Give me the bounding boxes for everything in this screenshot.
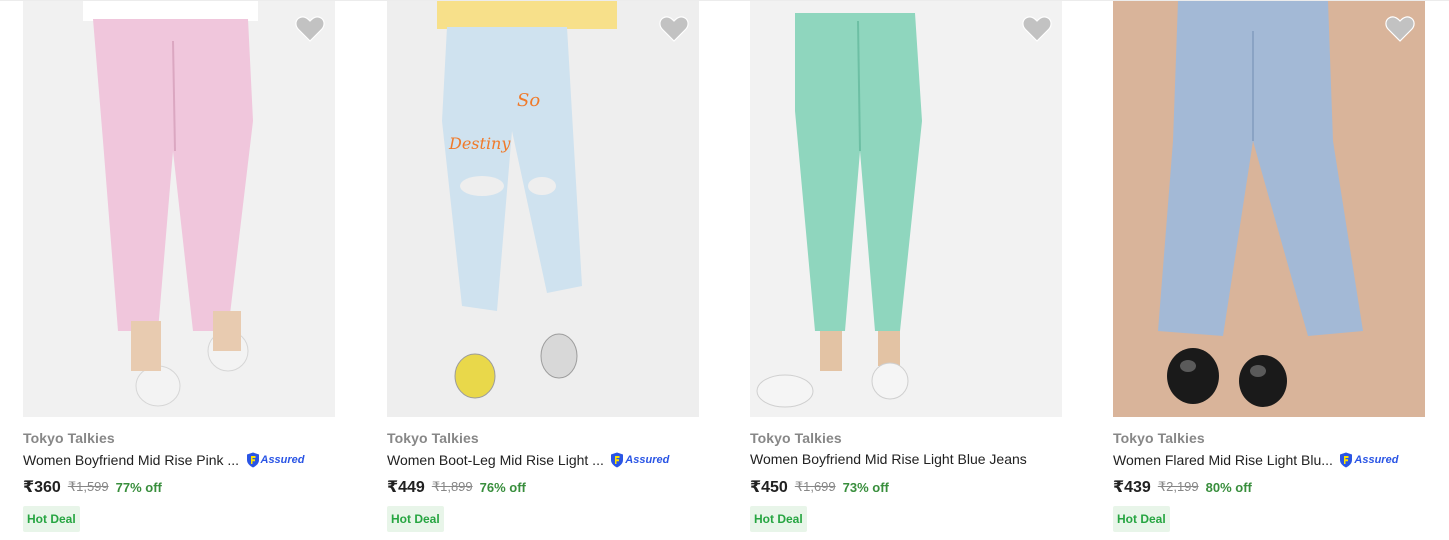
flipkart-assured-icon [611, 452, 624, 468]
hot-deal-badge: Hot Deal [1113, 506, 1170, 532]
heart-icon[interactable] [659, 15, 689, 43]
hot-deal-badge: Hot Deal [387, 506, 444, 532]
original-price: ₹2,199 [1157, 479, 1199, 494]
selling-price: ₹450 [750, 479, 788, 496]
product-photo [23, 1, 335, 417]
selling-price: ₹439 [1113, 479, 1151, 496]
assured-badge: Assured [246, 450, 305, 470]
product-image[interactable] [1113, 1, 1425, 417]
price-row: ₹439 ₹2,199 80% off [1113, 477, 1252, 499]
product-card[interactable]: Tokyo Talkies Women Flared Mid Rise Ligh… [1113, 1, 1425, 540]
original-price: ₹1,599 [67, 479, 109, 494]
product-image[interactable]: So Destiny [387, 1, 699, 417]
hot-deal-badge: Hot Deal [23, 506, 80, 532]
flipkart-assured-icon [1340, 452, 1353, 468]
discount-label: 73% off [842, 479, 889, 495]
discount-label: 80% off [1205, 479, 1252, 495]
title-row: Women Flared Mid Rise Light Blu... Assur… [1113, 450, 1425, 470]
svg-text:Destiny: Destiny [448, 134, 511, 153]
assured-label: Assured [1354, 454, 1399, 466]
product-brand: Tokyo Talkies [1113, 430, 1205, 446]
title-row: Women Boyfriend Mid Rise Pink ... Assure… [23, 450, 335, 470]
svg-text:So: So [517, 90, 540, 111]
product-photo: So Destiny [387, 1, 699, 417]
product-brand: Tokyo Talkies [750, 430, 842, 446]
product-title[interactable]: Women Boot-Leg Mid Rise Light ... [387, 452, 604, 468]
price-row: ₹450 ₹1,699 73% off [750, 477, 889, 499]
title-row: Women Boot-Leg Mid Rise Light ... Assure… [387, 450, 699, 470]
product-photo [750, 1, 1062, 417]
product-brand: Tokyo Talkies [23, 430, 115, 446]
title-row: Women Boyfriend Mid Rise Light Blue Jean… [750, 450, 1062, 470]
assured-badge: Assured [610, 450, 669, 470]
heart-icon[interactable] [295, 15, 325, 43]
product-title[interactable]: Women Flared Mid Rise Light Blu... [1113, 452, 1333, 468]
product-card[interactable]: Tokyo Talkies Women Boyfriend Mid Rise P… [23, 1, 335, 540]
price-row: ₹360 ₹1,599 77% off [23, 477, 162, 499]
product-photo [1113, 1, 1425, 417]
hot-deal-badge: Hot Deal [750, 506, 807, 532]
product-image[interactable] [750, 1, 1062, 417]
product-card[interactable]: So Destiny Tokyo Talkies Women Boot-Leg … [387, 1, 699, 540]
flipkart-assured-icon [246, 452, 259, 468]
selling-price: ₹449 [387, 479, 425, 496]
original-price: ₹1,899 [431, 479, 473, 494]
discount-label: 76% off [479, 479, 526, 495]
product-title[interactable]: Women Boyfriend Mid Rise Pink ... [23, 452, 239, 468]
selling-price: ₹360 [23, 479, 61, 496]
discount-label: 77% off [115, 479, 162, 495]
assured-label: Assured [260, 454, 305, 466]
product-grid: Tokyo Talkies Women Boyfriend Mid Rise P… [0, 0, 1449, 540]
heart-icon[interactable] [1022, 15, 1052, 43]
product-title[interactable]: Women Boyfriend Mid Rise Light Blue Jean… [750, 451, 1027, 467]
heart-icon[interactable] [1385, 15, 1415, 43]
price-row: ₹449 ₹1,899 76% off [387, 477, 526, 499]
assured-label: Assured [625, 454, 670, 466]
original-price: ₹1,699 [794, 479, 836, 494]
product-card[interactable]: Tokyo Talkies Women Boyfriend Mid Rise L… [750, 1, 1062, 540]
assured-badge: Assured [1339, 450, 1398, 470]
product-brand: Tokyo Talkies [387, 430, 479, 446]
product-image[interactable] [23, 1, 335, 417]
